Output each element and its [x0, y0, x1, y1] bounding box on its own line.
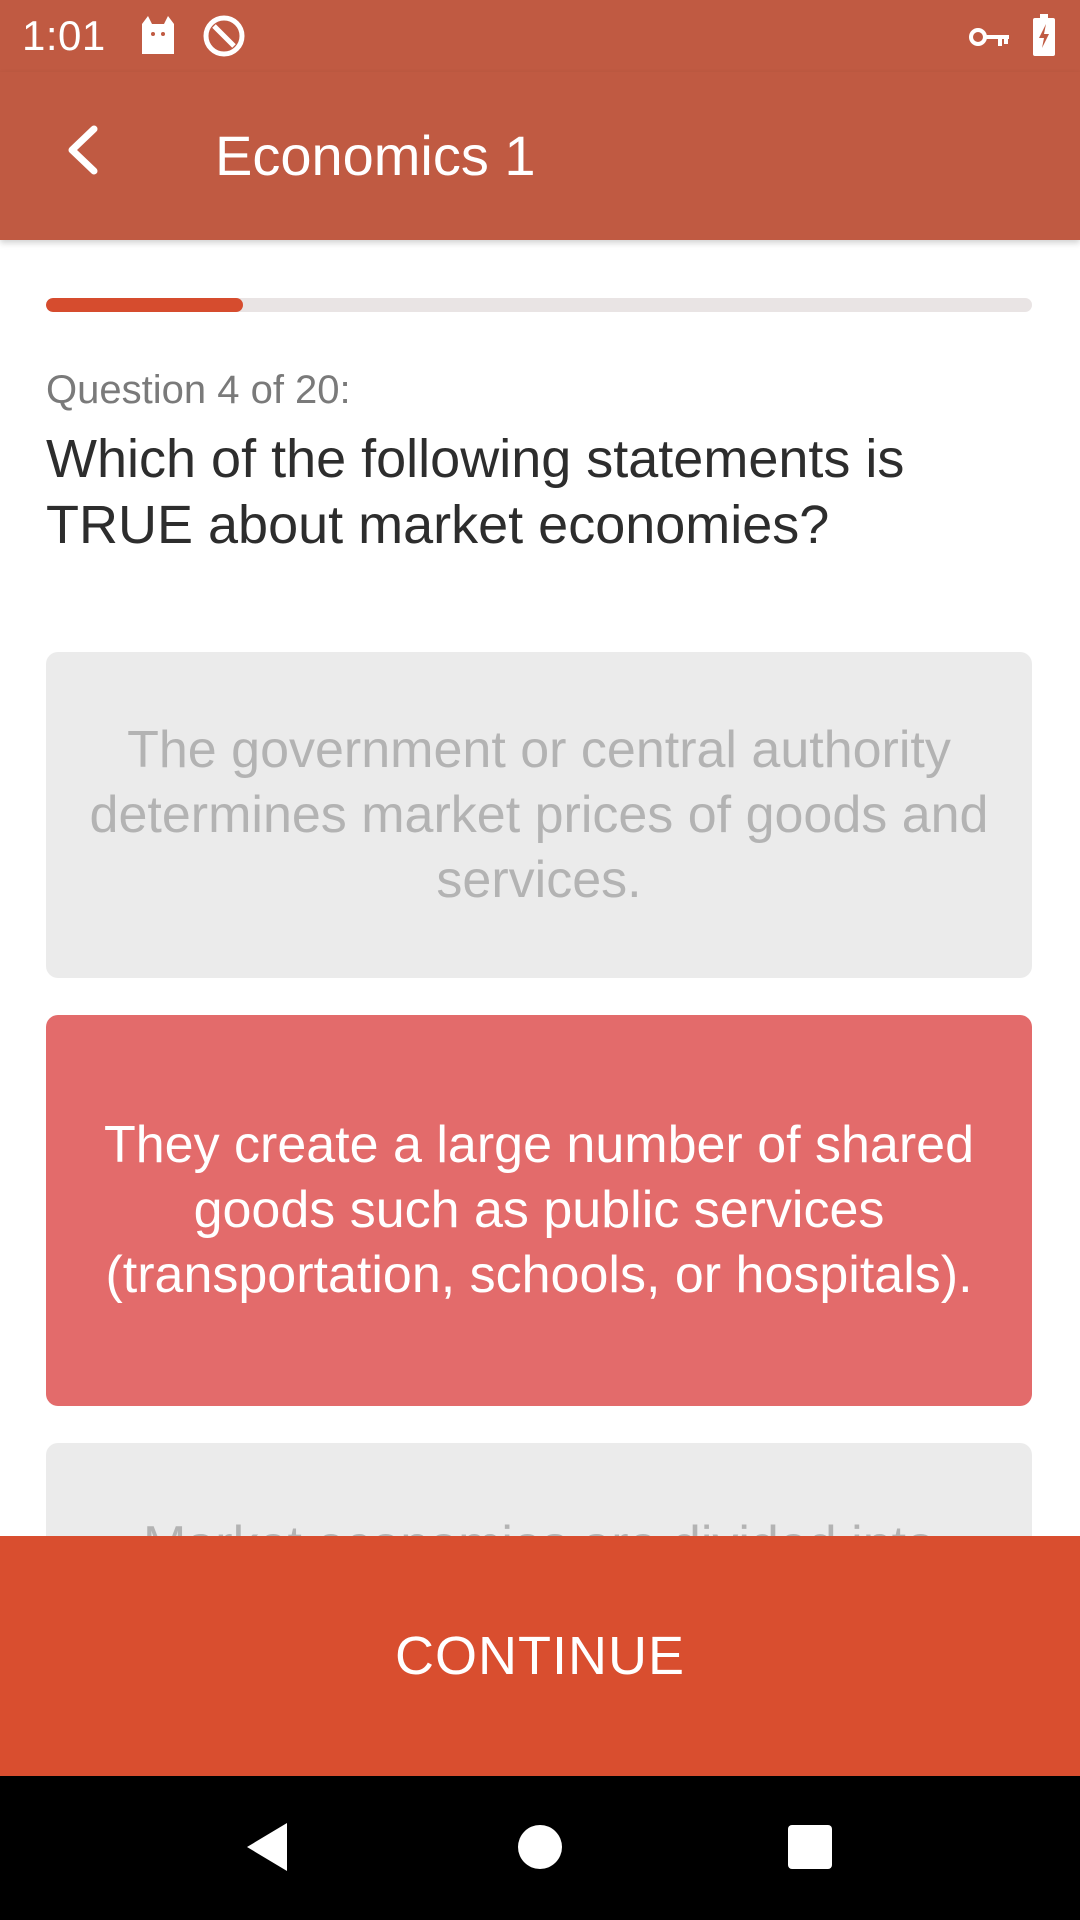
answer-option-text: The government or central authority dete…: [89, 720, 989, 909]
blocked-circle-icon: [202, 14, 246, 58]
nav-home-button[interactable]: [505, 1814, 575, 1884]
quiz-screen: 1:01 Economics 1 Question 4 of 20: Which…: [0, 0, 1080, 1920]
navigation-bar: [0, 1776, 1080, 1920]
battery-charging-icon: [1032, 14, 1056, 58]
home-circle-icon: [517, 1824, 563, 1875]
page-title: Economics 1: [215, 124, 536, 187]
answer-option-2[interactable]: They create a large number of shared goo…: [46, 1015, 1032, 1406]
question-text: Which of the following statements is TRU…: [46, 429, 905, 555]
back-triangle-icon: [243, 1821, 291, 1878]
vpn-key-icon: [968, 24, 1010, 68]
answer-option-text: They create a large number of shared goo…: [103, 1116, 975, 1304]
recents-square-icon: [787, 1824, 833, 1875]
question-counter: Question 4 of 20:: [46, 368, 351, 412]
answer-option-1[interactable]: The government or central authority dete…: [46, 652, 1032, 978]
back-button[interactable]: [42, 112, 122, 192]
nav-recents-button[interactable]: [775, 1814, 845, 1884]
cat-notification-icon: [138, 14, 178, 58]
quiz-progress-bar: [46, 298, 1032, 312]
continue-button[interactable]: CONTINUE: [0, 1536, 1080, 1776]
chevron-left-icon: [64, 125, 100, 180]
app-bar: Economics 1: [0, 72, 1080, 240]
status-time: 1:01: [22, 12, 106, 59]
status-bar: 1:01: [0, 0, 1080, 72]
nav-back-button[interactable]: [232, 1814, 302, 1884]
quiz-progress-fill: [46, 298, 244, 312]
